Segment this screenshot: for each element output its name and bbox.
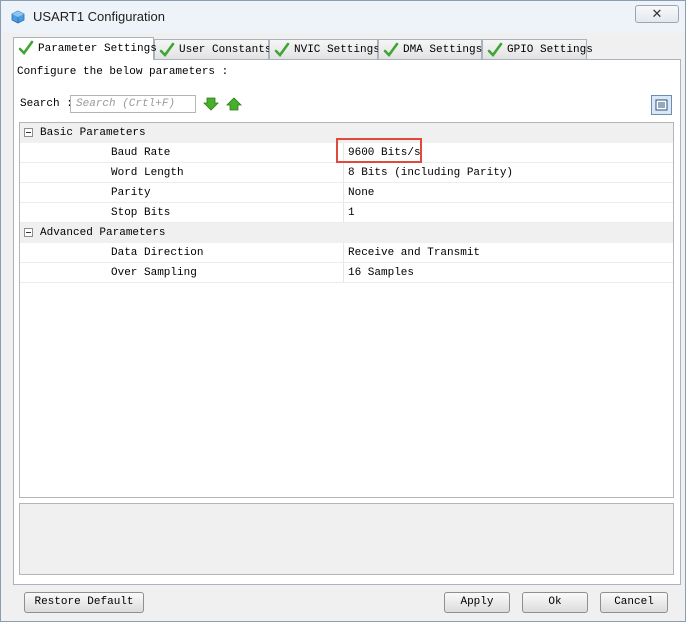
tab-user-constants[interactable]: User Constants xyxy=(154,39,272,59)
param-name: Over Sampling xyxy=(111,267,197,279)
tab-label: DMA Settings xyxy=(403,44,483,56)
list-view-toggle-button[interactable] xyxy=(651,95,672,115)
column-divider xyxy=(343,163,344,183)
param-name: Parity xyxy=(111,187,151,199)
column-divider xyxy=(343,263,344,283)
param-value[interactable]: None xyxy=(348,187,374,199)
collapse-icon[interactable] xyxy=(24,228,33,237)
parameter-settings-panel: Configure the below parameters : Search … xyxy=(13,59,681,585)
param-value[interactable]: Receive and Transmit xyxy=(348,247,480,259)
group-row-advanced-parameters[interactable]: Advanced Parameters xyxy=(20,223,673,243)
column-divider xyxy=(343,203,344,223)
cube-app-icon xyxy=(11,10,25,24)
check-icon xyxy=(159,42,175,57)
collapse-icon[interactable] xyxy=(24,128,33,137)
param-value[interactable]: 8 Bits (including Parity) xyxy=(348,167,513,179)
tab-label: GPIO Settings xyxy=(507,44,593,56)
close-icon: ✕ xyxy=(651,6,663,21)
param-value[interactable]: 1 xyxy=(348,207,355,219)
param-name: Stop Bits xyxy=(111,207,171,219)
search-input[interactable]: Search (Crtl+F) xyxy=(70,95,196,113)
usart1-configuration-dialog: USART1 Configuration ✕ Parameter Setting… xyxy=(0,0,686,622)
param-name: Word Length xyxy=(111,167,184,179)
check-icon xyxy=(383,42,399,57)
ok-button[interactable]: Ok xyxy=(522,592,588,613)
tab-label: User Constants xyxy=(179,44,272,56)
param-name: Baud Rate xyxy=(111,147,171,159)
tab-dma-settings[interactable]: DMA Settings xyxy=(378,39,482,59)
tab-gpio-settings[interactable]: GPIO Settings xyxy=(482,39,593,59)
cancel-button[interactable]: Cancel xyxy=(600,592,668,613)
search-label: Search : xyxy=(20,98,73,110)
check-icon xyxy=(274,42,290,57)
param-row-stop-bits[interactable]: Stop Bits 1 xyxy=(20,203,673,223)
title-bar: USART1 Configuration ✕ xyxy=(1,1,685,33)
row-divider xyxy=(20,282,673,283)
tab-parameter-settings[interactable]: Parameter Settings xyxy=(13,37,157,60)
check-icon xyxy=(487,42,503,57)
baud-rate-highlight-box xyxy=(336,138,422,163)
param-row-word-length[interactable]: Word Length 8 Bits (including Parity) xyxy=(20,163,673,183)
group-name: Basic Parameters xyxy=(40,127,146,139)
tab-bar: Parameter Settings User Constants NVIC S… xyxy=(13,37,683,60)
param-row-over-sampling[interactable]: Over Sampling 16 Samples xyxy=(20,263,673,283)
list-view-icon xyxy=(655,99,668,111)
param-row-data-direction[interactable]: Data Direction Receive and Transmit xyxy=(20,243,673,263)
column-divider xyxy=(343,183,344,203)
configure-label: Configure the below parameters : xyxy=(17,66,229,78)
param-name: Data Direction xyxy=(111,247,204,259)
tab-label: NVIC Settings xyxy=(294,44,380,56)
close-button[interactable]: ✕ xyxy=(635,5,679,23)
group-name: Advanced Parameters xyxy=(40,227,166,239)
parameter-grid: Basic Parameters Baud Rate 9600 Bits/s W… xyxy=(19,122,674,498)
restore-default-button[interactable]: Restore Default xyxy=(24,592,144,613)
window-title: USART1 Configuration xyxy=(33,9,165,24)
parameter-description-box xyxy=(19,503,674,575)
tab-label: Parameter Settings xyxy=(38,43,157,55)
param-value[interactable]: 16 Samples xyxy=(348,267,414,279)
apply-button[interactable]: Apply xyxy=(444,592,510,613)
column-divider xyxy=(343,243,344,263)
tab-nvic-settings[interactable]: NVIC Settings xyxy=(269,39,380,59)
search-previous-up-arrow-icon[interactable] xyxy=(226,97,242,111)
param-row-parity[interactable]: Parity None xyxy=(20,183,673,203)
search-next-down-arrow-icon[interactable] xyxy=(203,97,219,111)
check-icon xyxy=(18,40,34,55)
